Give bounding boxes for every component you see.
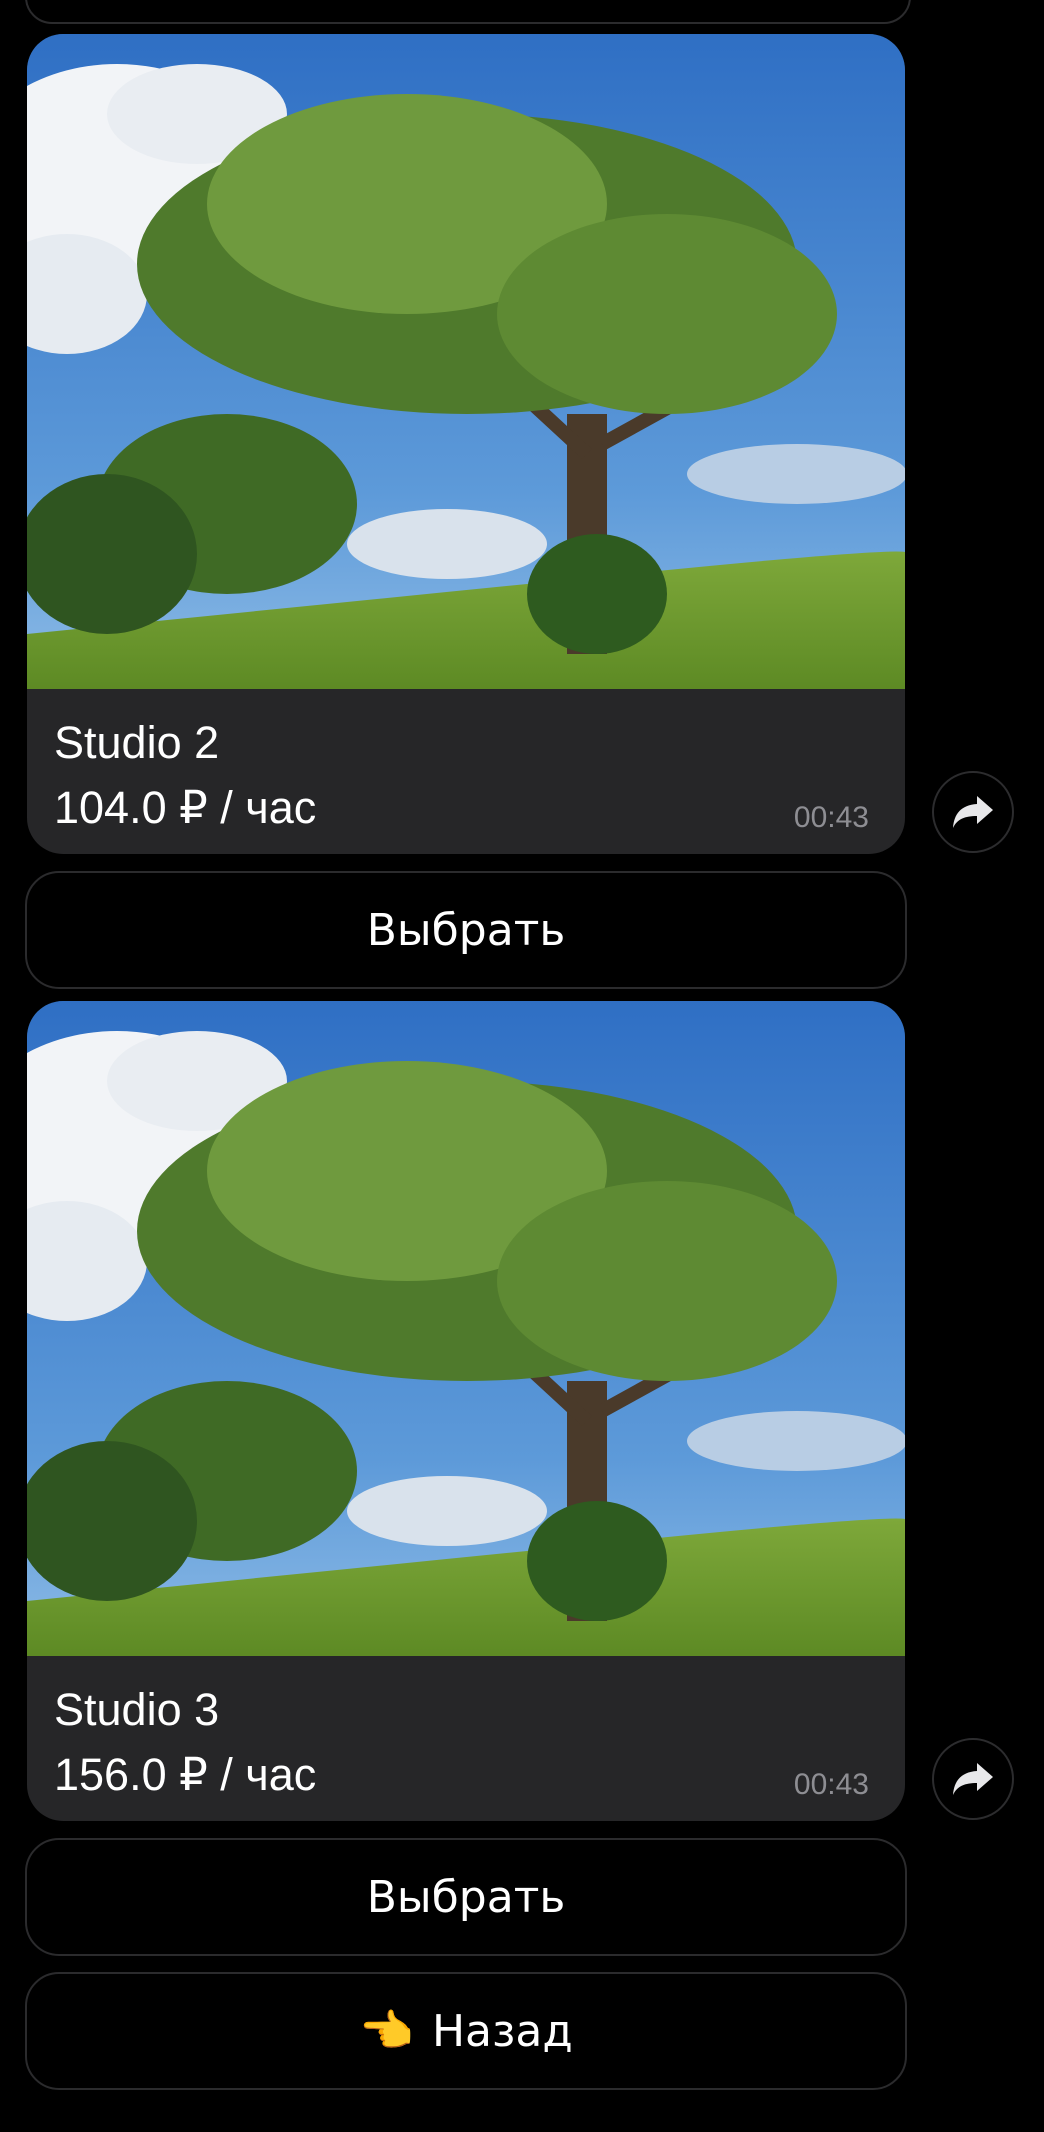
select-button-label: Выбрать [366, 1871, 566, 1923]
chat-screen: Studio 2 104.0 ₽ / час 00:43 Выбрать Stu… [0, 0, 1044, 2132]
studio-photo[interactable] [27, 1001, 905, 1656]
select-button[interactable]: Выбрать [25, 1838, 907, 1956]
select-button[interactable]: Выбрать [25, 871, 907, 989]
message-time: 00:43 [793, 1768, 869, 1801]
back-button[interactable]: 👈 Назад [25, 1972, 907, 2090]
studio-price: 156.0 ₽ / час [54, 1749, 317, 1800]
message-time: 00:43 [793, 801, 869, 834]
studio-photo[interactable] [27, 34, 905, 689]
pointing-left-icon: 👈 [359, 2006, 414, 2057]
studio-title: Studio 3 [54, 1684, 220, 1735]
share-button[interactable] [932, 771, 1014, 853]
previous-inline-button[interactable] [25, 0, 911, 24]
back-button-label: Назад [431, 2005, 573, 2057]
studio-price: 104.0 ₽ / час [54, 782, 317, 833]
message-bubble-studio-3: Studio 3 156.0 ₽ / час 00:43 [27, 1001, 905, 1821]
select-button-label: Выбрать [366, 904, 566, 956]
share-button[interactable] [932, 1738, 1014, 1820]
share-arrow-icon [953, 1763, 993, 1795]
studio-title: Studio 2 [54, 717, 220, 768]
share-arrow-icon [953, 796, 993, 828]
message-bubble-studio-2: Studio 2 104.0 ₽ / час 00:43 [27, 34, 905, 854]
